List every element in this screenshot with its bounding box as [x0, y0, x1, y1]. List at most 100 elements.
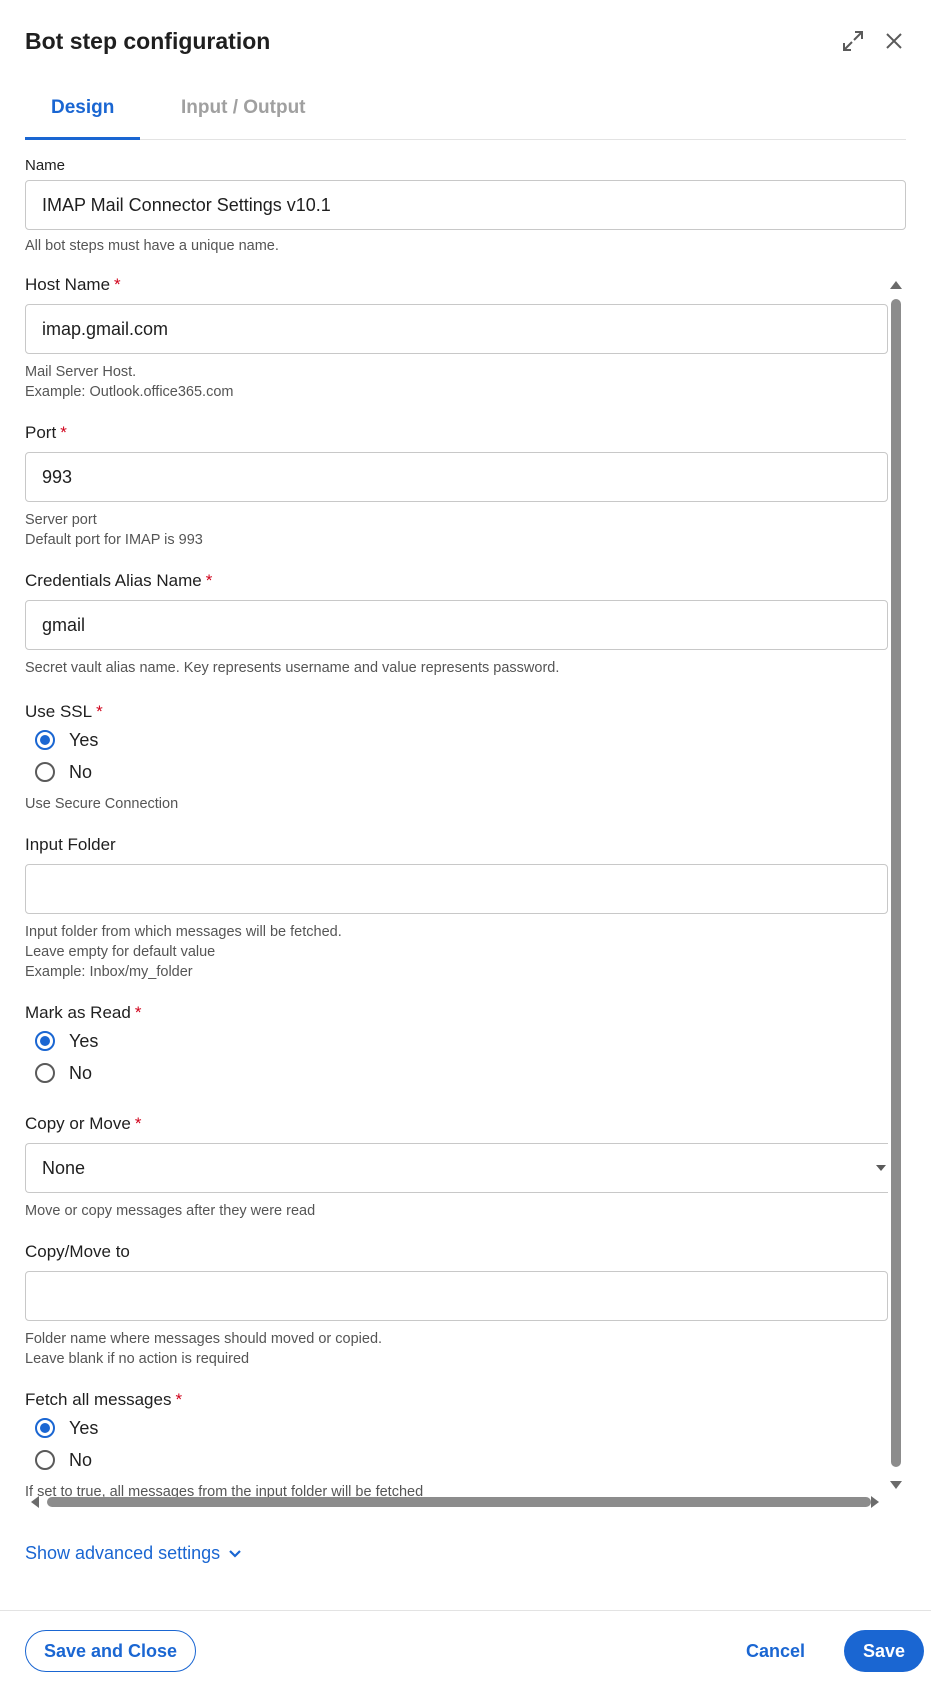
input-folder-help-example: Example: Inbox/my_folder — [25, 964, 193, 980]
copy-move-to-help-line: Folder name where messages should moved … — [25, 1331, 383, 1347]
input-folder-help-empty: Leave empty for default value — [25, 944, 216, 960]
horizontal-scroll-thumb[interactable] — [47, 1497, 871, 1507]
input-folder-help-line: Input folder from which messages will be… — [25, 924, 342, 940]
host-help-example: Example: Outlook.office365.com — [25, 384, 234, 400]
close-button[interactable] — [879, 26, 909, 56]
save-and-close-button[interactable]: Save and Close — [25, 1630, 196, 1672]
mark-read-option-yes[interactable]: Yes — [25, 1025, 888, 1057]
settings-form: Host Name* Mail Server Host. Example: Ou… — [25, 275, 888, 1502]
host-help: Mail Server Host. Example: Outlook.offic… — [25, 362, 888, 402]
tab-design[interactable]: Design — [25, 97, 141, 140]
tab-input-output[interactable]: Input / Output — [155, 97, 332, 140]
mark-read-label: Mark as Read — [25, 1003, 131, 1022]
settings-scroll-area[interactable]: Host Name* Mail Server Host. Example: Ou… — [25, 275, 903, 1505]
ssl-help: Use Secure Connection — [25, 796, 179, 812]
port-help: Server port Default port for IMAP is 993 — [25, 510, 888, 550]
radio-unchecked-icon[interactable] — [35, 762, 55, 782]
copy-move-to-help: Folder name where messages should moved … — [25, 1329, 888, 1369]
ssl-option-no[interactable]: No — [25, 756, 888, 788]
port-label: Port — [25, 423, 57, 442]
fetch-all-option-yes[interactable]: Yes — [25, 1412, 888, 1444]
copy-move-to-input[interactable] — [25, 1271, 888, 1321]
fetch-all-field-group: Fetch all messages * Yes No If set to tru… — [25, 1390, 888, 1502]
input-folder-label: Input Folder — [25, 835, 116, 854]
expand-button[interactable] — [838, 26, 868, 56]
radio-unchecked-icon[interactable] — [35, 1450, 55, 1470]
host-help-line: Mail Server Host. — [25, 364, 137, 380]
copy-move-to-label: Copy/Move to — [25, 1242, 130, 1261]
fetch-all-option-no[interactable]: No — [25, 1444, 888, 1476]
vertical-scrollbar[interactable] — [887, 275, 905, 1505]
radio-label: No — [69, 761, 93, 782]
mark-read-option-no[interactable]: No — [25, 1057, 888, 1089]
host-input[interactable] — [25, 304, 888, 354]
dropdown-caret-icon — [876, 1165, 886, 1171]
dialog-header: Bot step configuration — [25, 26, 906, 66]
close-icon — [886, 33, 902, 49]
required-marker: * — [205, 571, 213, 590]
required-marker: * — [175, 1390, 183, 1409]
name-input[interactable] — [25, 180, 906, 230]
copy-move-label: Copy or Move — [25, 1114, 131, 1133]
radio-label: No — [69, 1062, 93, 1083]
fetch-all-label: Fetch all messages — [25, 1390, 172, 1409]
copy-move-help: Move or copy messages after they were re… — [25, 1203, 316, 1219]
port-input[interactable] — [25, 452, 888, 502]
ssl-field-group: Use SSL * Yes No Use Secure Connection — [25, 702, 888, 814]
show-advanced-settings-link[interactable]: Show advanced settings — [25, 1543, 242, 1564]
required-marker: * — [134, 1114, 142, 1133]
ssl-option-yes[interactable]: Yes — [25, 724, 888, 756]
input-folder-input[interactable] — [25, 864, 888, 914]
input-folder-help: Input folder from which messages will be… — [25, 922, 888, 982]
save-button[interactable]: Save — [844, 1630, 924, 1672]
radio-label: No — [69, 1449, 93, 1470]
ssl-radio-group: Yes No — [25, 724, 888, 788]
scroll-right-arrow-icon[interactable] — [871, 1496, 879, 1508]
vertical-scroll-thumb[interactable] — [891, 299, 901, 1467]
advanced-label: Show advanced settings — [25, 1543, 221, 1563]
port-field-group: Port* Server port Default port for IMAP … — [25, 423, 888, 550]
host-field-group: Host Name* Mail Server Host. Example: Ou… — [25, 275, 888, 402]
name-help: All bot steps must have a unique name. — [25, 238, 279, 254]
name-field-group: Name All bot steps must have a unique na… — [25, 157, 906, 256]
radio-unchecked-icon[interactable] — [35, 1063, 55, 1083]
port-help-line: Server port — [25, 512, 97, 528]
horizontal-scrollbar[interactable] — [25, 1493, 887, 1511]
copy-move-to-field-group: Copy/Move to Folder name where messages … — [25, 1242, 888, 1369]
mark-read-field-group: Mark as Read * Yes No — [25, 1003, 888, 1089]
bot-step-config-dialog: Bot step configuration Design Input / Ou… — [0, 0, 931, 1689]
dialog-footer: Save and Close Cancel Save — [0, 1610, 931, 1689]
required-marker: * — [114, 275, 121, 294]
radio-label: Yes — [69, 729, 99, 750]
port-help-default: Default port for IMAP is 993 — [25, 532, 203, 548]
credentials-label: Credentials Alias Name — [25, 571, 202, 590]
copy-move-to-help-blank: Leave blank if no action is required — [25, 1351, 250, 1367]
input-folder-field-group: Input Folder Input folder from which mes… — [25, 835, 888, 982]
credentials-help: Secret vault alias name. Key represents … — [25, 660, 560, 676]
ssl-label: Use SSL — [25, 702, 93, 721]
fetch-all-radio-group: Yes No — [25, 1412, 888, 1476]
mark-read-radio-group: Yes No — [25, 1025, 888, 1089]
required-marker: * — [134, 1003, 142, 1022]
host-label: Host Name — [25, 275, 111, 294]
scroll-up-arrow-icon[interactable] — [890, 281, 902, 289]
chevron-down-icon — [229, 1549, 241, 1558]
radio-label: Yes — [69, 1417, 99, 1438]
radio-checked-icon[interactable] — [35, 730, 55, 750]
required-marker: * — [60, 423, 67, 442]
copy-move-selected-value: None — [42, 1157, 86, 1178]
dialog-title: Bot step configuration — [25, 28, 271, 54]
credentials-input[interactable] — [25, 600, 888, 650]
radio-checked-icon[interactable] — [35, 1418, 55, 1438]
copy-move-select[interactable]: None — [25, 1143, 888, 1193]
credentials-field-group: Credentials Alias Name* Secret vault ali… — [25, 571, 888, 678]
copy-move-field-group: Copy or Move * None Move or copy messages… — [25, 1114, 888, 1221]
expand-icon — [843, 31, 863, 51]
scroll-down-arrow-icon[interactable] — [890, 1481, 902, 1489]
tab-bar: Design Input / Output — [25, 88, 906, 140]
required-marker: * — [96, 702, 103, 721]
radio-checked-icon[interactable] — [35, 1031, 55, 1051]
scroll-left-arrow-icon[interactable] — [31, 1496, 39, 1508]
radio-label: Yes — [69, 1030, 99, 1051]
cancel-button[interactable]: Cancel — [732, 1630, 819, 1672]
